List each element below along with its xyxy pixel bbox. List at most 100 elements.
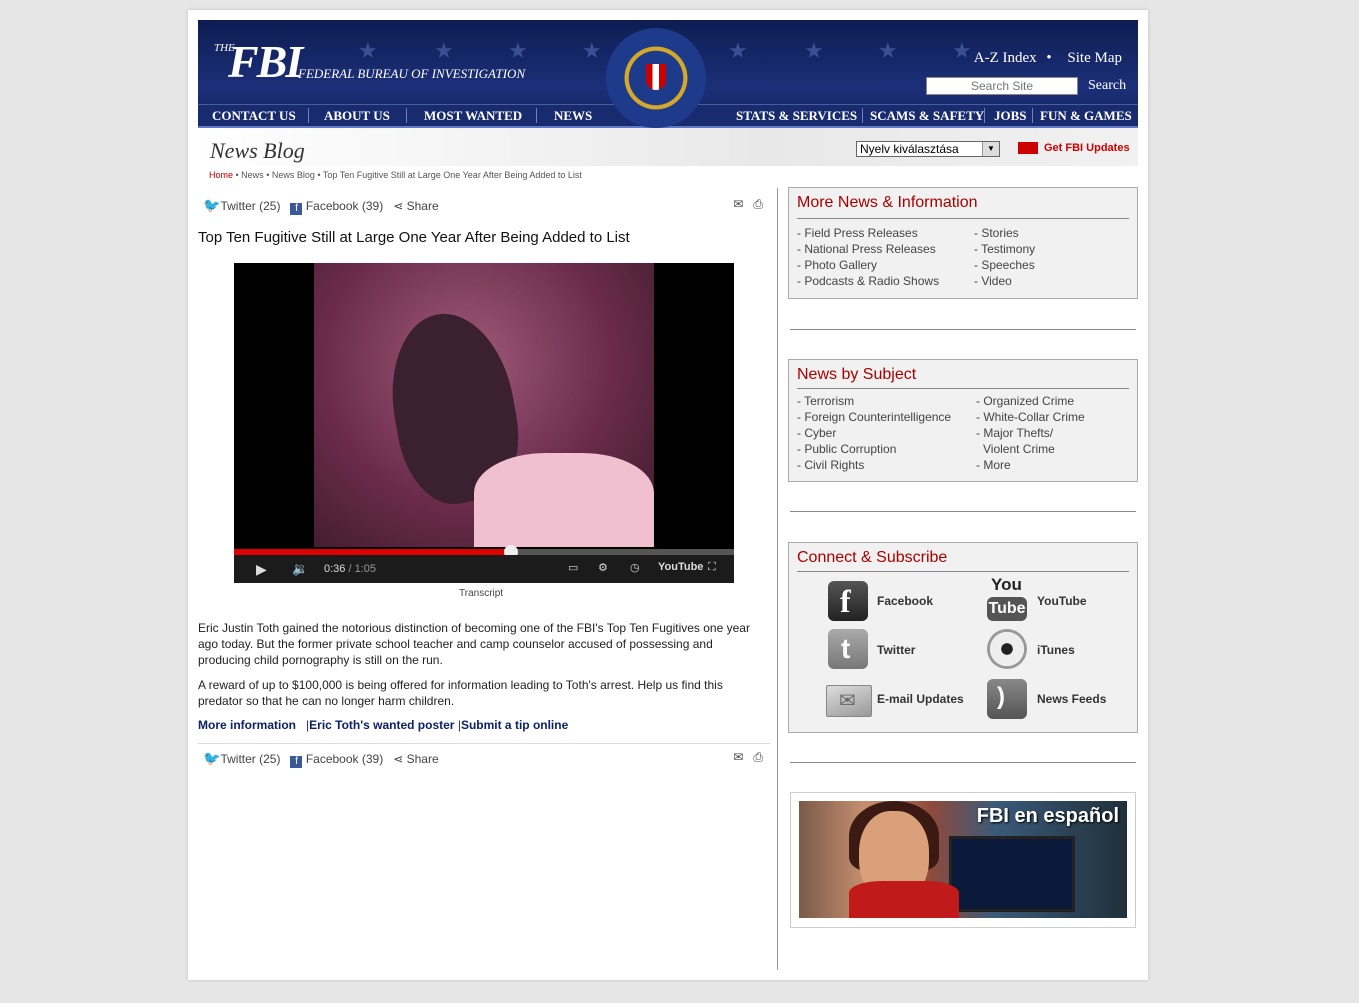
search-button[interactable]: Search (1088, 78, 1126, 94)
nav-about-us[interactable]: ABOUT US (324, 108, 390, 124)
link-white-collar-crime[interactable]: - White-Collar Crime (976, 410, 1085, 424)
fbi-en-espanol-promo[interactable]: FBI en español (790, 792, 1136, 928)
captions-icon[interactable]: ▭ (568, 561, 578, 574)
more-information-link[interactable]: More information (198, 718, 296, 732)
video-player[interactable]: ▶ 🔉 0:36 / 1:05 ▭ ⚙ ◷ YouTube ⛶ (234, 263, 734, 583)
link-video[interactable]: - Video (974, 274, 1012, 288)
rss-feed-icon[interactable]: ) (987, 679, 1027, 719)
video-frame[interactable] (314, 263, 654, 547)
youtube-icon[interactable]: You Tube (987, 575, 1027, 623)
box-rule (797, 218, 1129, 219)
news-feeds-label[interactable]: News Feeds (1037, 692, 1106, 706)
search-input[interactable] (926, 77, 1078, 95)
video-time: 0:36 / 1:05 (324, 563, 376, 575)
itunes-label[interactable]: iTunes (1037, 643, 1075, 657)
share-icon[interactable]: ⋖ (393, 199, 403, 213)
link-organized-crime[interactable]: - Organized Crime (976, 394, 1074, 408)
video-duration: / 1:05 (348, 563, 377, 575)
email-icon[interactable]: ✉ (826, 685, 872, 717)
get-fbi-updates-link[interactable]: Get FBI Updates (1018, 142, 1130, 155)
link-podcasts-radio[interactable]: - Podcasts & Radio Shows (797, 274, 939, 288)
play-icon[interactable]: ▶ (256, 561, 267, 578)
nav-divider (984, 108, 985, 123)
facebook-icon[interactable]: f (828, 581, 868, 621)
twitter-icon[interactable]: 🐦 (203, 197, 220, 213)
link-more[interactable]: - More (976, 458, 1011, 472)
gear-icon[interactable]: ⚙ (598, 561, 608, 574)
youtube-label[interactable]: YouTube (1037, 594, 1087, 608)
link-foreign-counterintelligence[interactable]: - Foreign Counterintelligence (797, 410, 951, 424)
email-icon[interactable]: ✉ (733, 197, 743, 211)
fullscreen-icon[interactable]: ⛶ (708, 561, 716, 574)
section-title: News Blog (210, 138, 305, 163)
nav-jobs[interactable]: JOBS (994, 108, 1027, 124)
nav-news[interactable]: NEWS (554, 108, 592, 124)
link-stories[interactable]: - Stories (974, 226, 1019, 240)
nav-most-wanted[interactable]: MOST WANTED (424, 108, 522, 124)
star-icon: ★ (434, 38, 454, 63)
submit-tip-link[interactable]: Submit a tip online (461, 718, 568, 732)
promo-image[interactable]: FBI en español (799, 801, 1127, 918)
twitter-icon[interactable]: 🐦 (203, 750, 220, 766)
breadcrumb-news[interactable]: News (241, 170, 264, 180)
facebook-icon[interactable]: f (290, 756, 303, 768)
person-jacket (849, 881, 959, 918)
breadcrumb-news-blog[interactable]: News Blog (272, 170, 315, 180)
nav-scams-safety[interactable]: SCAMS & SAFETY (870, 108, 984, 124)
language-select-value: Nyelv kiválasztása (860, 142, 959, 156)
share-link[interactable]: Share (407, 752, 439, 766)
nav-fun-games[interactable]: FUN & GAMES (1040, 108, 1132, 124)
twitter-share[interactable]: Twitter (25) (220, 199, 280, 213)
youtube-you-text: You (991, 575, 1022, 594)
chevron-down-icon[interactable]: ▼ (982, 142, 999, 156)
share-icon[interactable]: ⋖ (393, 752, 403, 766)
facebook-label[interactable]: Facebook (877, 594, 933, 608)
transcript-link[interactable]: Transcript (459, 588, 503, 599)
facebook-share[interactable]: Facebook (39) (306, 752, 383, 766)
link-violent-crime[interactable]: Violent Crime (983, 442, 1055, 456)
link-field-press-releases[interactable]: - Field Press Releases (797, 226, 918, 240)
link-photo-gallery[interactable]: - Photo Gallery (797, 258, 877, 272)
print-icon[interactable]: ⎙ (753, 197, 763, 211)
nav-stats-services[interactable]: STATS & SERVICES (736, 108, 857, 124)
twitter-icon[interactable]: t (828, 629, 868, 669)
facebook-icon[interactable]: f (290, 203, 303, 215)
bullet-separator: • (1046, 50, 1052, 66)
link-terrorism[interactable]: - Terrorism (797, 394, 854, 408)
link-testimony[interactable]: - Testimony (974, 242, 1035, 256)
share-link[interactable]: Share (407, 199, 439, 213)
top-links: A-Z Index • Site Map (968, 50, 1122, 67)
youtube-logo-icon[interactable]: YouTube (658, 561, 703, 573)
link-public-corruption[interactable]: - Public Corruption (797, 442, 896, 456)
clock-icon[interactable]: ◷ (630, 561, 640, 574)
az-index-link[interactable]: A-Z Index (974, 50, 1037, 66)
nav-divider (862, 108, 863, 123)
breadcrumb-home[interactable]: Home (209, 170, 233, 180)
link-national-press-releases[interactable]: - National Press Releases (797, 242, 936, 256)
volume-icon[interactable]: 🔉 (292, 561, 308, 577)
star-icon: ★ (358, 38, 378, 63)
twitter-share[interactable]: Twitter (25) (220, 752, 280, 766)
nav-contact-us[interactable]: CONTACT US (212, 108, 296, 124)
print-icon[interactable]: ⎙ (753, 750, 763, 764)
email-icon[interactable]: ✉ (733, 750, 743, 764)
link-civil-rights[interactable]: - Civil Rights (797, 458, 864, 472)
logo-subtitle: FEDERAL BUREAU OF INVESTIGATION (298, 66, 526, 81)
email-updates-label[interactable]: E-mail Updates (877, 692, 964, 706)
itunes-podcast-icon[interactable] (987, 629, 1027, 669)
promo-title: FBI en español (976, 805, 1119, 827)
article-links: More information |Eric Toth's wanted pos… (198, 718, 568, 732)
star-icon: ★ (878, 38, 898, 63)
article-paragraph: Eric Justin Toth gained the notorious di… (198, 621, 750, 667)
news-by-subject-title: News by Subject (797, 366, 917, 383)
page: ★ ★ ★ ★ ★ ★ ★ ★ THE FBI FEDERAL BUREAU O… (188, 10, 1148, 980)
wanted-poster-link[interactable]: Eric Toth's wanted poster (309, 718, 454, 732)
language-select[interactable]: Nyelv kiválasztása ▼ (856, 141, 1000, 157)
nav-divider (406, 108, 407, 123)
site-map-link[interactable]: Site Map (1067, 50, 1122, 66)
link-speeches[interactable]: - Speeches (974, 258, 1035, 272)
link-major-thefts[interactable]: - Major Thefts/ (976, 426, 1053, 440)
twitter-label[interactable]: Twitter (877, 643, 915, 657)
facebook-share[interactable]: Facebook (39) (306, 199, 383, 213)
link-cyber[interactable]: - Cyber (797, 426, 836, 440)
